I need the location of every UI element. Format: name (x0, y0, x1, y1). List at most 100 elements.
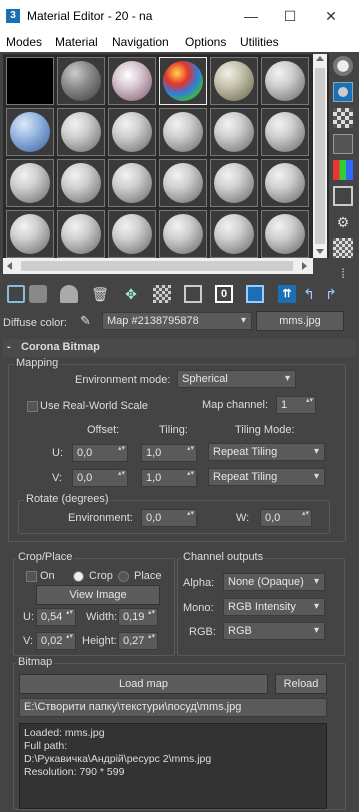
material-slot[interactable] (57, 57, 105, 105)
minimize-button[interactable]: — (240, 6, 262, 26)
material-slot[interactable] (159, 210, 207, 258)
go-forward-to-sibling-icon[interactable]: ↱ (322, 285, 340, 303)
close-button[interactable]: ✕ (320, 6, 342, 26)
backlight-icon[interactable] (333, 82, 353, 102)
menu-material[interactable]: Material (55, 35, 98, 49)
material-slot[interactable] (108, 159, 156, 207)
reload-button[interactable]: Reload (275, 674, 327, 694)
delete-icon[interactable]: 🗑 (91, 285, 109, 303)
material-slot[interactable] (261, 108, 309, 156)
alpha-label: Alpha: (183, 577, 215, 589)
scroll-right-icon[interactable] (302, 262, 307, 270)
material-map-navigator-icon[interactable]: ⁞ (333, 264, 353, 284)
material-slot[interactable] (210, 159, 258, 207)
u-tiling-spinner[interactable]: 1,0 (141, 444, 197, 462)
crop-v-label: V: (23, 635, 33, 647)
rollout-toggle[interactable]: - (7, 341, 11, 353)
rotate-env-spinner[interactable]: 0,0 (141, 509, 197, 527)
material-slot[interactable] (210, 108, 258, 156)
scroll-down-icon[interactable] (316, 249, 324, 254)
crop-height-label: Height: (82, 635, 117, 647)
map-name-dropdown[interactable]: Map #2138795878 (102, 312, 252, 330)
scroll-left-icon[interactable] (7, 262, 12, 270)
crop-height-spinner[interactable]: 0,27 (118, 632, 158, 650)
put-to-library-icon[interactable] (153, 285, 171, 303)
material-slot[interactable] (261, 57, 309, 105)
material-slot[interactable] (108, 210, 156, 258)
material-slot[interactable] (6, 159, 54, 207)
slots-vertical-scrollbar[interactable] (313, 54, 327, 258)
bitmap-info-box: Loaded: mms.jpg Full path: D:\Рукавичка\… (19, 723, 327, 809)
material-slot[interactable] (57, 159, 105, 207)
material-slot[interactable] (210, 210, 258, 258)
options-icon[interactable]: ⚙ (333, 212, 353, 232)
bitmap-path-field[interactable]: E:\Створити папку\текстури\посуд\mms.jpg (19, 698, 327, 717)
scroll-up-icon[interactable] (316, 56, 324, 61)
go-to-parent-icon[interactable]: ↰ (300, 285, 318, 303)
corona-bitmap-rollout[interactable]: - Corona Bitmap (3, 339, 356, 357)
crop-on-checkbox[interactable] (26, 571, 37, 582)
window-title: Material Editor - 20 - na (27, 9, 153, 23)
mono-dropdown[interactable]: RGB Intensity (223, 598, 325, 616)
select-by-material-icon[interactable] (333, 238, 353, 258)
rotate-w-spinner[interactable]: 0,0 (260, 509, 312, 527)
alpha-dropdown[interactable]: None (Opaque) (223, 573, 325, 591)
map-type-button[interactable]: mms.jpg (256, 311, 344, 331)
material-slot[interactable] (57, 108, 105, 156)
menu-options[interactable]: Options (185, 35, 226, 49)
material-slot[interactable] (210, 57, 258, 105)
material-slot[interactable] (108, 57, 156, 105)
material-slot[interactable] (6, 210, 54, 258)
slots-horizontal-scrollbar[interactable] (3, 258, 313, 274)
get-material-icon[interactable] (7, 285, 25, 303)
video-color-check-icon[interactable] (333, 160, 353, 180)
crop-u-spinner[interactable]: 0,54 (36, 608, 76, 626)
material-slot[interactable] (108, 108, 156, 156)
eyedropper-icon[interactable]: ✎ (80, 313, 96, 329)
env-mode-dropdown[interactable]: Spherical (177, 370, 296, 388)
real-world-scale-checkbox[interactable] (27, 401, 38, 412)
u-offset-spinner[interactable]: 0,0 (72, 444, 128, 462)
crop-on-label: On (40, 570, 55, 582)
put-to-scene-icon[interactable] (29, 285, 47, 303)
show-end-result-icon[interactable]: ⇈ (278, 285, 296, 303)
app-icon: 3 (6, 9, 20, 23)
v-tiling-spinner[interactable]: 1,0 (141, 469, 197, 487)
uv-tiling-icon[interactable] (333, 134, 353, 154)
background-icon[interactable] (333, 108, 353, 128)
map-channel-label: Map channel: (202, 399, 269, 411)
material-slot[interactable] (159, 108, 207, 156)
sample-type-icon[interactable] (333, 56, 353, 76)
assign-to-selection-icon[interactable] (60, 285, 78, 303)
scroll-thumb[interactable] (21, 261, 293, 271)
scroll-thumb[interactable] (315, 68, 325, 244)
u-tiling-mode-dropdown[interactable]: Repeat Tiling (208, 443, 325, 461)
make-preview-icon[interactable] (333, 186, 353, 206)
material-slot[interactable] (159, 159, 207, 207)
place-radio[interactable] (118, 571, 129, 582)
map-channel-spinner[interactable]: 1 (276, 396, 316, 414)
material-slot[interactable] (261, 210, 309, 258)
menu-utilities[interactable]: Utilities (240, 35, 279, 49)
menu-modes[interactable]: Modes (6, 35, 42, 49)
place-radio-label: Place (134, 570, 162, 582)
load-map-button[interactable]: Load map (19, 674, 268, 694)
material-slot-active[interactable] (159, 57, 207, 105)
maximize-button[interactable]: ☐ (279, 6, 301, 26)
menu-navigation[interactable]: Navigation (112, 35, 169, 49)
crop-v-spinner[interactable]: 0,02 (36, 632, 76, 650)
material-slot[interactable] (6, 57, 54, 105)
material-id-icon[interactable] (184, 285, 202, 303)
show-map-in-viewport-icon[interactable] (246, 285, 264, 303)
crop-radio[interactable] (73, 571, 84, 582)
material-slot[interactable] (6, 108, 54, 156)
crop-width-spinner[interactable]: 0,19 (118, 608, 158, 626)
effects-channel-icon[interactable]: 0 (215, 285, 233, 303)
material-slot[interactable] (57, 210, 105, 258)
make-unique-icon[interactable]: ✥ (122, 285, 140, 303)
view-image-button[interactable]: View Image (36, 585, 160, 605)
material-slot[interactable] (261, 159, 309, 207)
v-offset-spinner[interactable]: 0,0 (72, 469, 128, 487)
v-tiling-mode-dropdown[interactable]: Repeat Tiling (208, 468, 325, 486)
rgb-dropdown[interactable]: RGB (223, 622, 325, 640)
